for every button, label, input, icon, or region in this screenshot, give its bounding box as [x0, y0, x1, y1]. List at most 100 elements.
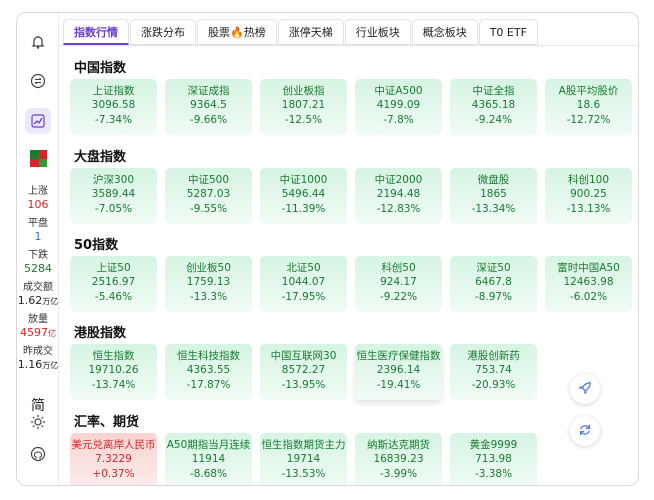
stat-flat-value: 1 — [34, 230, 42, 243]
index-card[interactable]: 微盘股 1865 -13.34% — [450, 168, 537, 224]
stat-prev-turnover: 昨成交 1.16万亿 — [17, 345, 59, 372]
index-price: 7.3229 — [95, 453, 132, 465]
index-change: -19.41% — [376, 379, 421, 391]
index-card[interactable]: 纳斯达克期货 16839.23 -3.99% — [355, 433, 442, 485]
index-price: 19714 — [286, 453, 321, 465]
index-name: 创业板50 — [186, 262, 231, 274]
index-card[interactable]: 富时中国A50 12463.98 -6.02% — [545, 256, 632, 312]
index-price: 12463.98 — [563, 276, 614, 288]
index-card[interactable]: 深证成指 9364.5 -9.66% — [165, 79, 252, 135]
index-name: 深证成指 — [187, 85, 230, 97]
swap-icon[interactable] — [25, 68, 51, 94]
index-price: 924.17 — [380, 276, 417, 288]
heatmap-icon[interactable] — [30, 150, 47, 167]
index-change: -13.95% — [281, 379, 326, 391]
index-card[interactable]: 科创100 900.25 -13.13% — [545, 168, 632, 224]
index-price: 5496.44 — [281, 188, 326, 200]
index-card[interactable]: 美元兑离岸人民币 7.3229 +0.37% — [70, 433, 157, 485]
index-card[interactable]: 黄金9999 713.98 -3.38% — [450, 433, 537, 485]
index-price: 4365.18 — [471, 99, 516, 111]
index-name: 恒生指数期货主力 — [261, 439, 346, 451]
index-price: 19710.26 — [88, 364, 139, 376]
index-card[interactable]: 创业板50 1759.13 -13.3% — [165, 256, 252, 312]
app-window: 上涨 106 平盘 1 下跌 5284 成交额 1.62万亿 放量 4597亿 … — [16, 12, 639, 486]
tab-industry-sectors[interactable]: 行业板块 — [344, 19, 411, 45]
stat-prev-turnover-value: 1.16万亿 — [17, 358, 59, 371]
stat-flat-label: 平盘 — [28, 218, 48, 229]
index-change: -9.55% — [189, 203, 228, 215]
index-card[interactable]: 上证50 2516.97 -5.46% — [70, 256, 157, 312]
section-title: 中国指数 — [74, 61, 127, 76]
index-change: -9.22% — [379, 291, 418, 303]
stat-volume-up-value: 4597亿 — [20, 326, 56, 339]
index-card[interactable]: 恒生科技指数 4363.55 -17.87% — [165, 344, 252, 400]
tab-concept-sectors[interactable]: 概念板块 — [411, 19, 478, 45]
index-change: -7.34% — [94, 114, 133, 126]
index-name: 中证500 — [187, 174, 230, 186]
bell-icon[interactable] — [25, 29, 51, 55]
stat-up-label: 上涨 — [28, 186, 48, 197]
index-name: 美元兑离岸人民币 — [71, 439, 156, 451]
index-card[interactable]: 沪深300 3589.44 -7.05% — [70, 168, 157, 224]
index-name: 中证1000 — [279, 174, 328, 186]
index-price: 4199.09 — [376, 99, 421, 111]
index-change: -13.3% — [189, 291, 228, 303]
index-card[interactable]: 上证指数 3096.58 -7.34% — [70, 79, 157, 135]
stat-turnover-value: 1.62万亿 — [17, 294, 59, 307]
index-change: -8.97% — [474, 291, 513, 303]
index-price: 753.74 — [475, 364, 512, 376]
index-price: 3096.58 — [91, 99, 136, 111]
index-change: -12.83% — [376, 203, 421, 215]
index-card[interactable]: 中证2000 2194.48 -12.83% — [355, 168, 442, 224]
index-name: 中证全指 — [472, 85, 515, 97]
index-card[interactable]: 中证1000 5496.44 -11.39% — [260, 168, 347, 224]
stat-volume-up-label: 放量 — [28, 314, 48, 325]
index-card[interactable]: 中证全指 4365.18 -9.24% — [450, 79, 537, 135]
tab-t0-etf[interactable]: T0 ETF — [478, 19, 538, 45]
index-change: -13.74% — [91, 379, 136, 391]
index-card[interactable]: 深证50 6467.8 -8.97% — [450, 256, 537, 312]
stat-prev-turnover-label: 昨成交 — [23, 346, 53, 357]
index-name: 恒生指数 — [92, 350, 135, 362]
sun-icon[interactable] — [25, 409, 51, 435]
tab-index-quotes[interactable]: 指数行情 — [63, 19, 129, 45]
github-icon[interactable] — [25, 441, 51, 467]
stat-up-value: 106 — [27, 198, 49, 211]
index-change: -13.53% — [281, 468, 326, 480]
section-title: 港股指数 — [74, 326, 127, 341]
index-card[interactable]: 恒生指数期货主力 19714 -13.53% — [260, 433, 347, 485]
index-card[interactable]: 恒生指数 19710.26 -13.74% — [70, 344, 157, 400]
index-card[interactable]: 恒生医疗保健指数 2396.14 -19.41% — [355, 344, 442, 400]
index-content: 中国指数 上证指数 3096.58 -7.34% 深证成指 9364.5 -9.66% 创业板… — [59, 47, 638, 485]
index-card[interactable]: 中国互联网30 8572.27 -13.95% — [260, 344, 347, 400]
chart-line-icon[interactable] — [25, 108, 51, 134]
index-card[interactable]: 中证A500 4199.09 -7.8% — [355, 79, 442, 135]
index-card[interactable]: 创业板指 1807.21 -12.5% — [260, 79, 347, 135]
index-card[interactable]: 北证50 1044.07 -17.95% — [260, 256, 347, 312]
index-change: -17.95% — [281, 291, 326, 303]
index-name: 沪深300 — [92, 174, 135, 186]
refresh-button[interactable] — [570, 416, 600, 446]
index-change: -17.87% — [186, 379, 231, 391]
index-change: +0.37% — [92, 468, 135, 480]
tab-limit-up-ladder[interactable]: 涨停天梯 — [277, 19, 344, 45]
index-change: -3.38% — [474, 468, 513, 480]
index-card[interactable]: A50期指当月连续 11914 -8.68% — [165, 433, 252, 485]
index-price: 1807.21 — [281, 99, 326, 111]
sidebar: 上涨 106 平盘 1 下跌 5284 成交额 1.62万亿 放量 4597亿 … — [17, 13, 59, 485]
section-title: 汇率、期货 — [74, 415, 140, 430]
tab-rise-fall-distribution[interactable]: 涨跌分布 — [130, 19, 196, 45]
tab-hot-stocks[interactable]: 股票🔥热榜 — [197, 19, 277, 45]
index-change: -7.05% — [94, 203, 133, 215]
rocket-button[interactable] — [570, 374, 600, 404]
index-price: 900.25 — [570, 188, 607, 200]
index-card[interactable]: A股平均股价 18.6 -12.72% — [545, 79, 632, 135]
index-card[interactable]: 中证500 5287.03 -9.55% — [165, 168, 252, 224]
index-name: 中证A500 — [374, 85, 423, 97]
index-card[interactable]: 港股创新药 753.74 -20.93% — [450, 344, 537, 400]
index-price: 2194.48 — [376, 188, 421, 200]
index-change: -13.34% — [471, 203, 516, 215]
index-card[interactable]: 科创50 924.17 -9.22% — [355, 256, 442, 312]
index-price: 8572.27 — [281, 364, 326, 376]
index-price: 11914 — [191, 453, 226, 465]
